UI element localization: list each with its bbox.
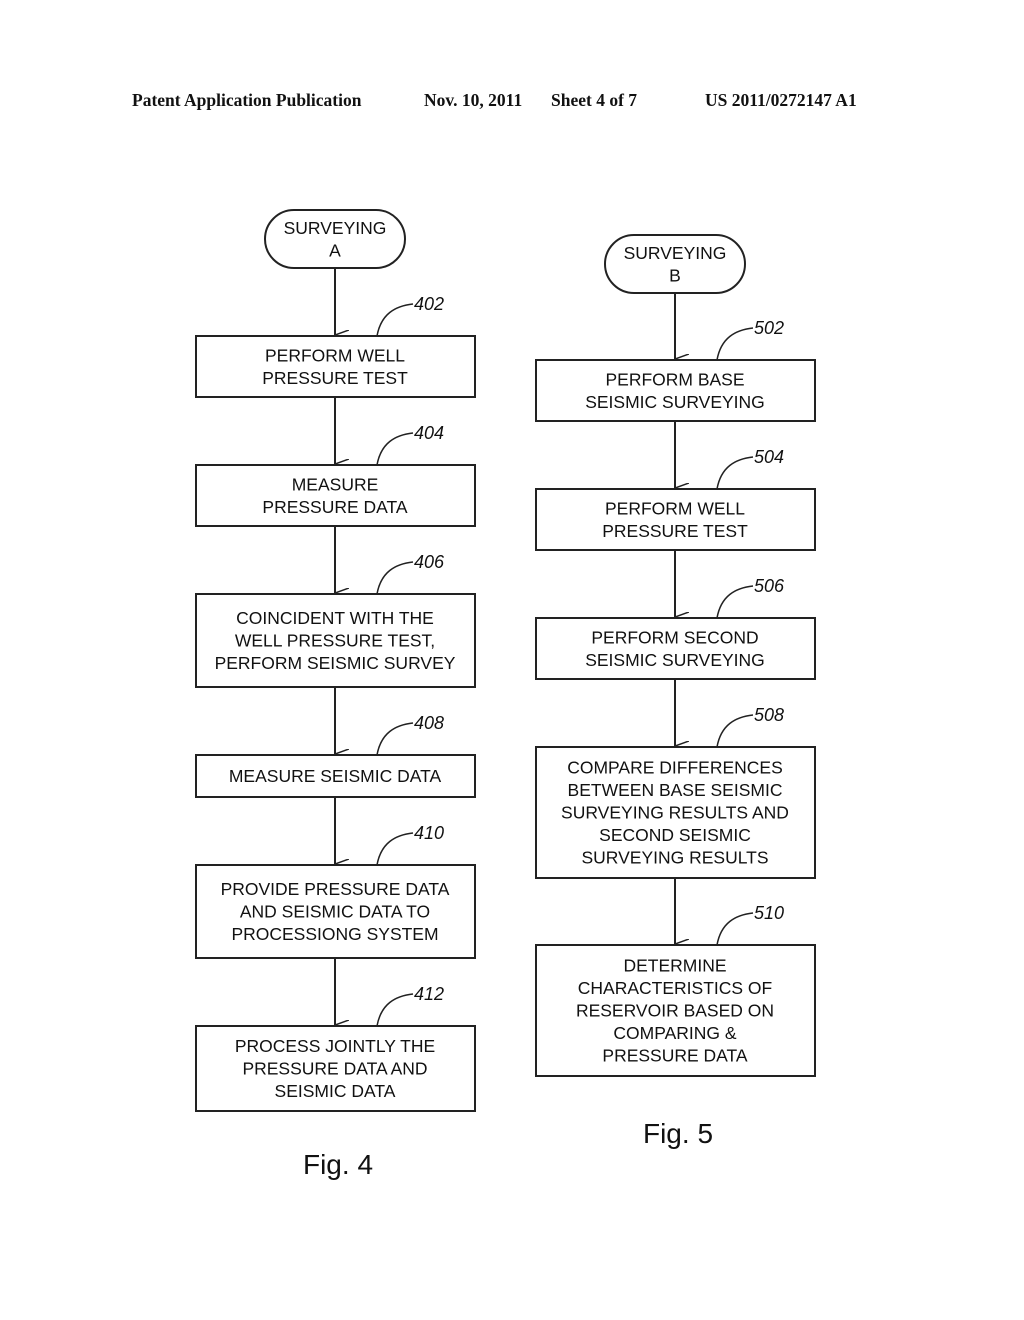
reference-numeral: 412 bbox=[414, 984, 444, 1004]
process-step-label: SEISMIC SURVEYING bbox=[585, 392, 765, 412]
process-step-label: PERFORM BASE bbox=[605, 369, 744, 389]
process-step-label: SEISMIC SURVEYING bbox=[585, 650, 765, 670]
process-step-label: PROVIDE PRESSURE DATA bbox=[221, 879, 450, 899]
reference-numeral: 510 bbox=[754, 903, 784, 923]
process-step-label: PROCESSIONG SYSTEM bbox=[231, 924, 438, 944]
process-step-label: PRESSURE TEST bbox=[602, 521, 748, 541]
process-step-label: PRESSURE DATA bbox=[262, 497, 408, 517]
process-step-label: DETERMINE bbox=[623, 956, 726, 976]
process-step-label: PERFORM SEISMIC SURVEY bbox=[215, 653, 456, 673]
figure-caption: Fig. 5 bbox=[643, 1118, 713, 1149]
reference-leader-line bbox=[376, 993, 414, 1027]
reference-leader-line bbox=[716, 327, 754, 361]
process-step-label: WELL PRESSURE TEST, bbox=[235, 631, 435, 651]
process-step-label: COMPARE DIFFERENCES bbox=[567, 758, 783, 778]
process-step-label: MEASURE SEISMIC DATA bbox=[229, 766, 442, 786]
process-step-label: PROCESS JOINTLY THE bbox=[235, 1036, 435, 1056]
reference-leader-line bbox=[716, 585, 754, 619]
reference-leader-line bbox=[716, 912, 754, 946]
reference-numeral: 506 bbox=[754, 576, 785, 596]
reference-numeral: 402 bbox=[414, 294, 444, 314]
start-terminator-label: SURVEYING bbox=[284, 218, 387, 238]
figure-4: SURVEYINGA PERFORM WELL PRESSURE TEST 402 ME… bbox=[195, 209, 476, 1180]
reference-numeral: 404 bbox=[414, 423, 444, 443]
process-step-label: BETWEEN BASE SEISMIC bbox=[568, 780, 783, 800]
start-terminator-label: A bbox=[329, 240, 341, 260]
process-step-label: SURVEYING RESULTS AND bbox=[561, 803, 789, 823]
flowchart-diagrams: SURVEYINGAPERFORM WELLPRESSURE TEST402ME… bbox=[195, 209, 816, 1180]
reference-leader-line bbox=[716, 456, 754, 490]
reference-numeral: 508 bbox=[754, 705, 784, 725]
process-step-label: MEASURE bbox=[292, 474, 379, 494]
reference-leader-line bbox=[376, 303, 414, 337]
process-step-label: SECOND SEISMIC bbox=[599, 825, 751, 845]
process-step-label: CHARACTERISTICS OF bbox=[578, 978, 772, 998]
reference-numeral: 504 bbox=[754, 447, 784, 467]
reference-numeral: 408 bbox=[414, 713, 444, 733]
process-step-label: PRESSURE TEST bbox=[262, 368, 408, 388]
process-step-label: PRESSURE DATA bbox=[602, 1046, 748, 1066]
process-step-label: PERFORM SECOND bbox=[591, 627, 758, 647]
process-step-label: COMPARING & bbox=[613, 1023, 736, 1043]
reference-leader-line bbox=[376, 432, 414, 466]
process-step-label: PERFORM WELL bbox=[605, 498, 745, 518]
reference-numeral: 410 bbox=[414, 823, 444, 843]
figure-caption: Fig. 4 bbox=[303, 1149, 373, 1180]
figure-5: SURVEYINGB PERFORM BASE SEISMIC SURVEYING 5… bbox=[535, 234, 816, 1149]
start-terminator-label: B bbox=[669, 265, 681, 285]
reference-leader-line bbox=[376, 832, 414, 866]
start-terminator-label: SURVEYING bbox=[624, 243, 727, 263]
process-step-label: AND SEISMIC DATA TO bbox=[240, 902, 430, 922]
process-step-label: RESERVOIR BASED ON bbox=[576, 1001, 774, 1021]
reference-leader-line bbox=[376, 722, 414, 756]
reference-leader-line bbox=[376, 561, 414, 595]
reference-numeral: 406 bbox=[414, 552, 445, 572]
process-step-label: SURVEYING RESULTS bbox=[581, 848, 768, 868]
process-step-label: PERFORM WELL bbox=[265, 345, 405, 365]
process-step-label: PRESSURE DATA AND bbox=[242, 1059, 427, 1079]
reference-numeral: 502 bbox=[754, 318, 784, 338]
reference-leader-line bbox=[716, 714, 754, 748]
process-step-label: SEISMIC DATA bbox=[275, 1081, 396, 1101]
process-step-label: COINCIDENT WITH THE bbox=[236, 608, 434, 628]
